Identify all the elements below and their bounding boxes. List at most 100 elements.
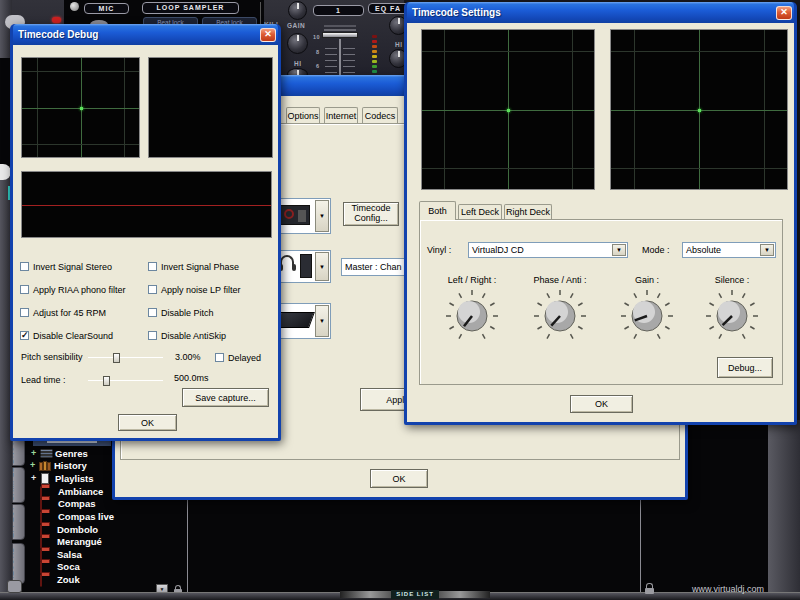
skin-corner-button[interactable]	[7, 580, 22, 593]
phase-knob[interactable]	[532, 288, 588, 344]
crossfader-handle[interactable]	[322, 32, 358, 38]
debug-ok-button[interactable]: OK	[118, 414, 177, 431]
checkbox-disable-pitch[interactable]	[148, 308, 157, 317]
sidebar-tab-sampler[interactable]: SAMPLER	[12, 467, 25, 503]
skin-right-strip	[768, 420, 800, 600]
checkbox-invert-stereo[interactable]	[20, 262, 29, 271]
folder-icon	[40, 574, 42, 587]
checkbox-invert-phase[interactable]	[148, 262, 157, 271]
record-led	[52, 17, 61, 23]
tab-both[interactable]: Both	[419, 201, 456, 220]
debug-scope-right	[148, 57, 273, 158]
sidebar-tab-effects[interactable]: EFFECTS	[12, 504, 25, 540]
chevron-down-icon[interactable]: ▼	[315, 305, 329, 337]
label-clearsound: Disable ClearSound	[33, 331, 113, 341]
website-link[interactable]: www.virtualdj.com	[692, 584, 764, 594]
chevron-down-icon[interactable]: ▼	[315, 252, 329, 281]
timecode-settings-window: Timecode Settings ✕	[404, 2, 797, 425]
soundcard-combo[interactable]: ▼	[275, 198, 331, 234]
lead-slider-track[interactable]	[88, 380, 163, 381]
debug-title: Timecode Debug	[13, 29, 260, 40]
history-icon	[39, 461, 53, 471]
knob-label-gain: Gain :	[603, 275, 691, 285]
power-knob[interactable]	[70, 2, 79, 11]
leftright-knob[interactable]	[444, 288, 500, 344]
mode-combo[interactable]: Absolute ▼	[682, 242, 776, 258]
close-icon[interactable]: ✕	[260, 28, 276, 42]
hi-knob-left[interactable]	[287, 33, 308, 54]
loop-sampler-button[interactable]: LOOP SAMPLER	[142, 2, 239, 14]
timecode-config-button[interactable]: Timecode Config...	[343, 202, 399, 226]
crossfader-track	[324, 25, 356, 27]
pitch-slider-track[interactable]	[88, 357, 163, 358]
tree-item-zouk[interactable]: Zouk	[30, 574, 32, 586]
vinyl-label: Vinyl :	[427, 245, 451, 255]
label-invert-stereo: Invert Signal Stereo	[33, 262, 112, 272]
tab-codecs[interactable]: Codecs	[362, 107, 398, 124]
tab-internet[interactable]: Internet	[324, 107, 358, 124]
channel-button[interactable]: 1	[313, 5, 364, 16]
timecode-scope-left	[421, 29, 595, 190]
checkbox-45rpm[interactable]	[20, 308, 29, 317]
timecode-debug-button[interactable]: Debug...	[717, 357, 773, 378]
vinyl-combo[interactable]: VirtualDJ CD ▼	[468, 242, 628, 258]
tree-item-dombolo[interactable]: Dombolo	[30, 524, 32, 536]
tab-right-deck[interactable]: Right Deck	[504, 204, 552, 220]
gain-label: GAIN	[287, 22, 305, 29]
checkbox-clearsound[interactable]	[20, 331, 29, 340]
knob-label-phase: Phase / Anti :	[516, 275, 604, 285]
tree-item-soca[interactable]: Soca	[30, 561, 32, 573]
chevron-down-icon[interactable]: ▼	[315, 200, 329, 232]
close-icon[interactable]: ✕	[776, 6, 792, 20]
tree-item-merangue[interactable]: Merangué	[30, 536, 32, 548]
pitch-fader-stem[interactable]	[339, 39, 341, 75]
gain-knob-dialog[interactable]	[619, 288, 675, 344]
keyboard-combo[interactable]: ▼	[275, 303, 331, 339]
speaker-icon	[300, 254, 312, 278]
hi-label-right: HI	[395, 41, 403, 48]
silence-knob[interactable]	[704, 288, 760, 344]
sidebar-tab-record[interactable]: RECORD	[12, 543, 25, 584]
keyboard-icon	[275, 312, 315, 328]
fader-scale-8: 8	[316, 49, 320, 55]
checkbox-antiskip[interactable]	[148, 331, 157, 340]
timecode-scope-right	[610, 29, 788, 190]
headphones-icon	[279, 255, 297, 273]
divider	[260, 2, 261, 26]
settings-ok-button[interactable]: OK	[370, 469, 428, 488]
debug-titlebar[interactable]: Timecode Debug ✕	[13, 24, 278, 45]
timecode-ok-button[interactable]: OK	[570, 395, 633, 413]
label-delayed: Delayed	[228, 353, 261, 363]
chevron-down-icon[interactable]: ▼	[760, 244, 774, 256]
expand-icon[interactable]: +	[31, 450, 38, 457]
lead-time-label: Lead time :	[21, 375, 66, 385]
checkbox-noise-lp[interactable]	[148, 285, 157, 294]
tree-item-salsa[interactable]: Salsa	[30, 549, 32, 561]
debug-scope-wide	[21, 171, 272, 238]
checkbox-delayed[interactable]	[215, 353, 224, 362]
label-riaa: Apply RIAA phono filter	[33, 285, 126, 295]
fader-scale-6: 6	[316, 63, 320, 69]
side-list-label[interactable]: SIDE LIST	[391, 590, 439, 599]
pitch-slider-thumb[interactable]	[113, 353, 120, 363]
expand-icon[interactable]: +	[31, 475, 38, 482]
checkbox-riaa[interactable]	[20, 285, 29, 294]
chevron-down-icon[interactable]: ▼	[612, 244, 626, 256]
pitch-sensibility-label: Pitch sensibility	[21, 352, 83, 362]
expand-icon[interactable]: +	[30, 462, 37, 469]
tab-left-deck[interactable]: Left Deck	[458, 204, 502, 220]
tree-item-compas[interactable]: Compas	[30, 498, 32, 510]
lead-slider-thumb[interactable]	[103, 376, 110, 386]
headphones-combo[interactable]: ▼	[275, 250, 331, 283]
tree-item-ambiance[interactable]: Ambiance	[30, 486, 32, 498]
pitch-value: 3.00%	[175, 352, 201, 362]
save-capture-button[interactable]: Save capture...	[182, 388, 269, 407]
knob-label-leftright: Left / Right :	[428, 275, 516, 285]
tab-options[interactable]: Options	[286, 107, 320, 124]
virtualdj-app: MIC LOOP SAMPLER Beat lock Beat lock 1 E…	[0, 0, 800, 600]
timecode-titlebar[interactable]: Timecode Settings ✕	[407, 2, 794, 23]
mic-button[interactable]: MIC	[84, 3, 129, 14]
knob-label-silence: Silence :	[688, 275, 776, 285]
tree-item-compas-live[interactable]: Compas live	[30, 511, 32, 523]
gain-knob[interactable]	[288, 1, 307, 20]
